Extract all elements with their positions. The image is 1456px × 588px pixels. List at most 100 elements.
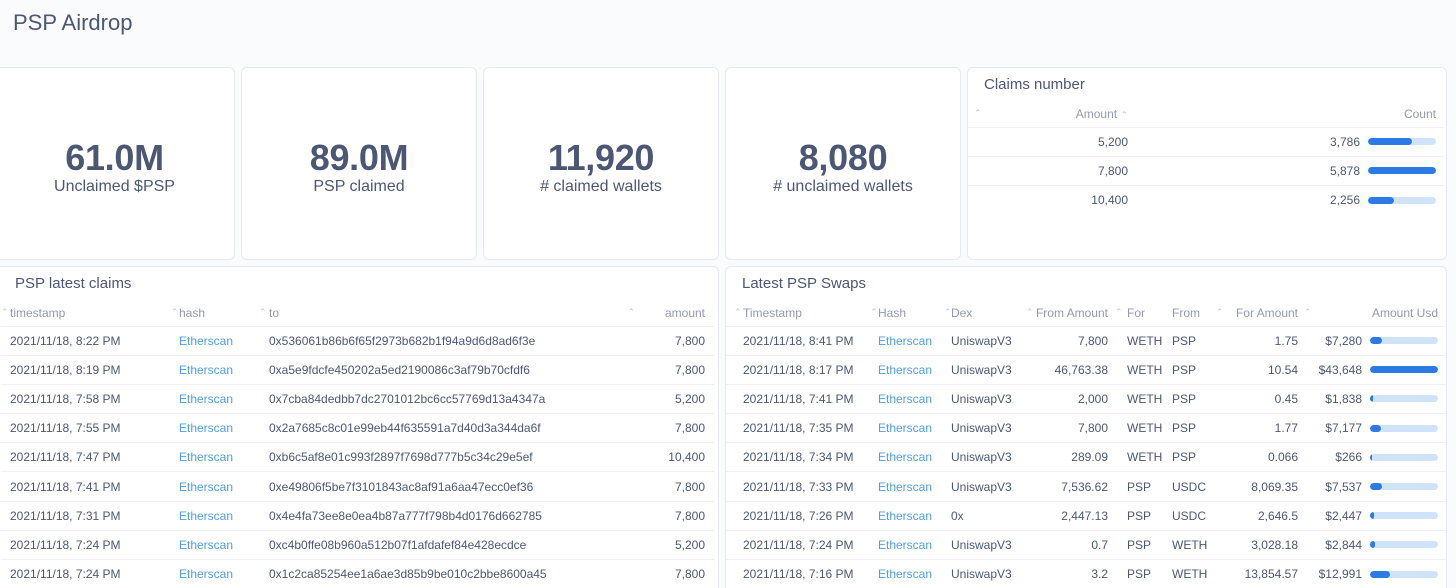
table-row[interactable]: 2021/11/18, 7:41 PM Etherscan UniswapV3 2,0…	[726, 383, 1446, 414]
table-row[interactable]: 2021/11/18, 7:24 PM Etherscan UniswapV3 0.7…	[726, 529, 1446, 560]
bar-fill	[1368, 196, 1394, 204]
etherscan-link[interactable]: Etherscan	[171, 354, 259, 385]
column-header-timestamp[interactable]: ⌃ timestamp	[1, 300, 171, 326]
for-amount-cell: 0.45	[1216, 383, 1298, 414]
count-bar	[1368, 196, 1436, 204]
table-row[interactable]: 7,800 5,878	[968, 155, 1444, 186]
column-header-amount-usd[interactable]: ⌃ Amount Usd	[1298, 300, 1446, 326]
count-value: 2,256	[1329, 193, 1360, 208]
etherscan-link[interactable]: Etherscan	[869, 558, 944, 588]
amount-cell: 10,400	[639, 442, 714, 472]
from-cell: PSP	[1166, 413, 1216, 443]
table-row[interactable]: 2021/11/18, 7:16 PM Etherscan UniswapV3 3.2…	[726, 558, 1446, 588]
latest-claims-card[interactable]: PSP latest claims ⌃ timestamp ⌃ hash ⌃ t…	[0, 266, 719, 588]
from-cell: USDC	[1166, 471, 1216, 502]
from-amount-cell: 7,800	[1024, 325, 1111, 356]
column-header-amount[interactable]: ⌃ Amount ⌃	[968, 101, 1142, 127]
column-header-dex[interactable]: ⌃ Dex	[944, 300, 1024, 326]
table-row[interactable]: 2021/11/18, 7:35 PM Etherscan UniswapV3 7,8…	[726, 413, 1446, 443]
for-amount-cell: 2,646.5	[1216, 500, 1298, 531]
sort-arrow-icon: ⌃	[734, 307, 742, 317]
table-row[interactable]: 2021/11/18, 7:24 PM Etherscan 0xc4b0ffe08b…	[1, 529, 714, 560]
count-cell: 3,786	[1142, 126, 1444, 157]
from-amount-cell: 2,000	[1024, 383, 1111, 414]
column-header-from[interactable]: From	[1166, 300, 1216, 326]
latest-swaps-card[interactable]: Latest PSP Swaps ⌃ Timestamp ⌃ Hash ⌃ De…	[725, 266, 1447, 588]
table-row[interactable]: 2021/11/18, 7:34 PM Etherscan UniswapV3 289…	[726, 442, 1446, 472]
amount-usd-cell: $12,991	[1298, 558, 1446, 588]
column-header-for-amount[interactable]: ⌃ For Amount	[1216, 300, 1298, 326]
etherscan-link[interactable]: Etherscan	[171, 442, 259, 472]
table-row[interactable]: 2021/11/18, 8:41 PM Etherscan UniswapV3 7,8…	[726, 325, 1446, 356]
amount-usd-value: $43,648	[1318, 362, 1362, 377]
etherscan-link[interactable]: Etherscan	[171, 471, 259, 502]
scalar-card-unclaimed[interactable]: 61.0M Unclaimed $PSP	[0, 67, 235, 260]
etherscan-link[interactable]: Etherscan	[869, 500, 944, 531]
table-row[interactable]: 2021/11/18, 8:22 PM Etherscan 0x536061b86b…	[1, 325, 714, 356]
column-header-hash[interactable]: ⌃ hash	[171, 300, 259, 326]
table-row[interactable]: 2021/11/18, 7:55 PM Etherscan 0x2a7685c8c0…	[1, 413, 714, 443]
column-header-hash[interactable]: ⌃ Hash	[869, 300, 944, 326]
sort-arrow-icon: ⌃	[1304, 307, 1312, 317]
table-row[interactable]: 2021/11/18, 7:47 PM Etherscan 0xb6c5af8e01…	[1, 442, 714, 472]
table-row[interactable]: 2021/11/18, 7:33 PM Etherscan UniswapV3 7,5…	[726, 471, 1446, 502]
column-header-amount[interactable]: amount	[639, 300, 714, 326]
scalar-card-unclaimed-wallets[interactable]: 8,080 # unclaimed wallets	[725, 67, 961, 260]
claims-number-table: ⌃ Amount ⌃ Count 5,200 3,786 7,800 5,878 10,…	[968, 101, 1444, 215]
column-header-to[interactable]: ⌃ to ⌃	[259, 300, 639, 326]
amount-cell: 7,800	[639, 558, 714, 588]
bar-fill	[1368, 138, 1412, 146]
etherscan-link[interactable]: Etherscan	[869, 442, 944, 472]
etherscan-link[interactable]: Etherscan	[171, 325, 259, 356]
column-header-from-amount[interactable]: ⌃ From Amount	[1024, 300, 1111, 326]
etherscan-link[interactable]: Etherscan	[869, 529, 944, 560]
scalar-card-claimed-wallets[interactable]: 11,920 # claimed wallets	[483, 67, 719, 260]
address-cell: 0xe49806f5be7f3101843ac8af91a6aa47ecc0ef…	[259, 471, 639, 502]
table-row[interactable]: 2021/11/18, 7:24 PM Etherscan 0x1c2ca85254…	[1, 558, 714, 588]
sort-arrow-icon: ⌃	[974, 108, 982, 118]
etherscan-link[interactable]: Etherscan	[869, 471, 944, 502]
sort-arrow-icon: ⌃	[259, 307, 267, 317]
etherscan-link[interactable]: Etherscan	[869, 383, 944, 414]
amount-cell: 7,800	[968, 155, 1142, 186]
table-row[interactable]: 2021/11/18, 7:26 PM Etherscan 0x 2,447.13 PS…	[726, 500, 1446, 531]
from-cell: USDC	[1166, 500, 1216, 531]
etherscan-link[interactable]: Etherscan	[869, 325, 944, 356]
dex-cell: UniswapV3	[944, 558, 1024, 588]
for-amount-cell: 1.77	[1216, 413, 1298, 443]
etherscan-link[interactable]: Etherscan	[171, 558, 259, 588]
table-row[interactable]: 2021/11/18, 8:17 PM Etherscan UniswapV3 46,…	[726, 354, 1446, 385]
column-header-timestamp[interactable]: ⌃ Timestamp	[726, 300, 869, 326]
claims-number-card[interactable]: Claims number ⌃ Amount ⌃ Count 5,200 3,78…	[967, 67, 1447, 260]
scalar-label: # unclaimed wallets	[773, 177, 913, 195]
for-cell: PSP	[1111, 529, 1166, 560]
scalar-value: 8,080	[798, 136, 888, 178]
amount-cell: 7,800	[639, 354, 714, 385]
address-cell: 0x536061b86b6f65f2973b682b1f94a9d6d8ad6f…	[259, 325, 639, 356]
table-row[interactable]: 2021/11/18, 8:19 PM Etherscan 0xa5e9fdcfe4…	[1, 354, 714, 385]
etherscan-link[interactable]: Etherscan	[171, 383, 259, 414]
bar-fill	[1370, 483, 1382, 491]
for-cell: WETH	[1111, 354, 1166, 385]
column-header-for[interactable]: ⌃ For	[1111, 300, 1166, 326]
timestamp-cell: 2021/11/18, 8:41 PM	[726, 325, 869, 356]
table-row[interactable]: 5,200 3,786	[968, 126, 1444, 157]
column-header-count[interactable]: Count	[1142, 101, 1444, 127]
from-amount-cell: 3.2	[1024, 558, 1111, 588]
etherscan-link[interactable]: Etherscan	[171, 529, 259, 560]
sort-arrow-icon: ⌃	[171, 307, 179, 317]
etherscan-link[interactable]: Etherscan	[171, 500, 259, 531]
card-title: Claims number	[984, 76, 1085, 93]
dex-cell: UniswapV3	[944, 354, 1024, 385]
table-row[interactable]: 10,400 2,256	[968, 184, 1444, 215]
for-cell: WETH	[1111, 325, 1166, 356]
scalar-card-psp-claimed[interactable]: 89.0M PSP claimed	[241, 67, 477, 260]
for-amount-cell: 3,028.18	[1216, 529, 1298, 560]
table-row[interactable]: 2021/11/18, 7:41 PM Etherscan 0xe49806f5be…	[1, 471, 714, 502]
table-row[interactable]: 2021/11/18, 7:31 PM Etherscan 0x4e4fa73ee8…	[1, 500, 714, 531]
timestamp-cell: 2021/11/18, 7:35 PM	[726, 413, 869, 443]
etherscan-link[interactable]: Etherscan	[171, 413, 259, 443]
etherscan-link[interactable]: Etherscan	[869, 413, 944, 443]
etherscan-link[interactable]: Etherscan	[869, 354, 944, 385]
table-row[interactable]: 2021/11/18, 7:58 PM Etherscan 0x7cba84dedb…	[1, 383, 714, 414]
